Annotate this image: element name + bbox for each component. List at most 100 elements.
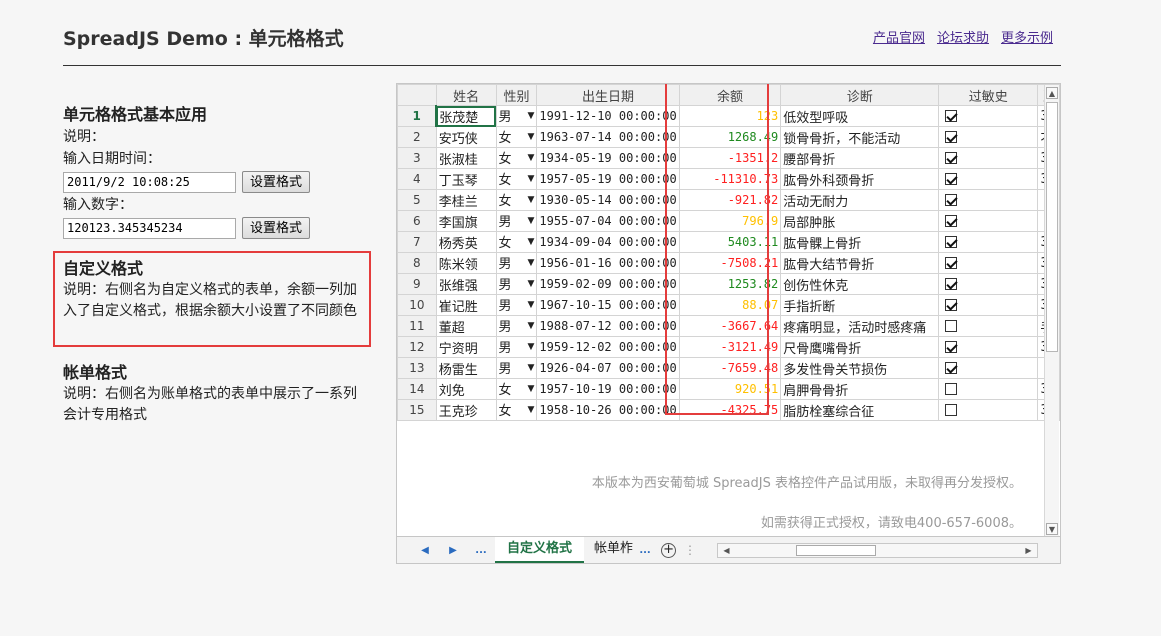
cell-dob[interactable]: 1956-01-16 00:00:00 xyxy=(536,252,680,274)
cell-dob[interactable]: 1926-04-07 00:00:00 xyxy=(536,357,680,379)
cell-allergy[interactable] xyxy=(938,126,1039,148)
cell-diagnosis[interactable]: 多发性骨关节损伤 xyxy=(780,357,940,379)
cell-sex[interactable]: 男 ▼ xyxy=(495,315,538,337)
cell-diagnosis[interactable]: 脂肪栓塞综合征 xyxy=(780,399,940,421)
dropdown-arrow-icon[interactable]: ▼ xyxy=(527,149,534,168)
allergy-checkbox[interactable] xyxy=(945,131,958,143)
cell-allergy[interactable] xyxy=(938,147,1039,169)
allergy-checkbox[interactable] xyxy=(945,404,958,416)
cell-name[interactable]: 安巧侠 xyxy=(435,126,497,148)
dropdown-arrow-icon[interactable]: ▼ xyxy=(527,128,534,147)
cell-allergy[interactable] xyxy=(938,231,1039,253)
cell-dob[interactable]: 1955-07-04 00:00:00 xyxy=(536,210,680,232)
dropdown-arrow-icon[interactable]: ▼ xyxy=(527,233,534,252)
cell-dob[interactable]: 1988-07-12 00:00:00 xyxy=(536,315,680,337)
cell-sex[interactable]: 女 ▼ xyxy=(495,231,538,253)
row-header[interactable]: 2 xyxy=(397,126,437,148)
dropdown-arrow-icon[interactable]: ▼ xyxy=(527,254,534,273)
cell-sex[interactable]: 男 ▼ xyxy=(495,210,538,232)
cell-sex[interactable]: 女 ▼ xyxy=(495,399,538,421)
allergy-checkbox[interactable] xyxy=(945,278,958,290)
cell-diagnosis[interactable]: 疼痛明显，活动时感疼痛 xyxy=(780,315,940,337)
cell-diagnosis[interactable]: 活动无耐力 xyxy=(780,189,940,211)
cell-name[interactable]: 宁资明 xyxy=(435,336,497,358)
forum-help-link[interactable]: 论坛求助 xyxy=(937,27,989,46)
cell-name[interactable]: 王克珍 xyxy=(435,399,497,421)
column-header-dob[interactable]: 出生日期 xyxy=(536,84,680,106)
cell-allergy[interactable] xyxy=(938,168,1039,190)
allergy-checkbox[interactable] xyxy=(945,341,958,353)
row-header[interactable]: 12 xyxy=(397,336,437,358)
cell-dob[interactable]: 1991-12-10 00:00:00 xyxy=(536,105,680,127)
cell-name[interactable]: 杨雷生 xyxy=(435,357,497,379)
product-site-link[interactable]: 产品官网 xyxy=(873,27,925,46)
cell-name[interactable]: 张维强 xyxy=(435,273,497,295)
cell-allergy[interactable] xyxy=(938,252,1039,274)
more-examples-link[interactable]: 更多示例 xyxy=(1001,27,1053,46)
cell-dob[interactable]: 1958-10-26 00:00:00 xyxy=(536,399,680,421)
row-header[interactable]: 9 xyxy=(397,273,437,295)
prev-sheet-icon[interactable]: ◀ xyxy=(411,545,439,556)
tab-splitter-icon[interactable]: ⋮ xyxy=(684,543,696,557)
allergy-checkbox[interactable] xyxy=(945,383,958,395)
cell-allergy[interactable] xyxy=(938,357,1039,379)
horizontal-scroll-thumb[interactable] xyxy=(796,545,876,556)
cell-diagnosis[interactable]: 肩胛骨骨折 xyxy=(780,378,940,400)
dropdown-arrow-icon[interactable]: ▼ xyxy=(527,107,534,126)
cell-dob[interactable]: 1957-05-19 00:00:00 xyxy=(536,168,680,190)
row-header[interactable]: 6 xyxy=(397,210,437,232)
spreadsheet[interactable]: 姓名 性别 出生日期 余额 诊断 过敏史 当 1张茂楚男▼1991-12-10 … xyxy=(396,83,1061,564)
dropdown-arrow-icon[interactable]: ▼ xyxy=(527,212,534,231)
dropdown-arrow-icon[interactable]: ▼ xyxy=(527,170,534,189)
allergy-checkbox[interactable] xyxy=(945,236,958,248)
cell-allergy[interactable] xyxy=(938,399,1039,421)
tab-bill-format[interactable]: 帐单柞 xyxy=(584,537,637,564)
row-header[interactable]: 3 xyxy=(397,147,437,169)
tab-custom-format[interactable]: 自定义格式 xyxy=(495,536,585,563)
allergy-checkbox[interactable] xyxy=(945,110,958,122)
cell-sex[interactable]: 女 ▼ xyxy=(495,189,538,211)
cell-diagnosis[interactable]: 低效型呼吸 xyxy=(780,105,940,127)
cell-sex[interactable]: 男 ▼ xyxy=(495,336,538,358)
allergy-checkbox[interactable] xyxy=(945,173,958,185)
cell-allergy[interactable] xyxy=(938,210,1039,232)
allergy-checkbox[interactable] xyxy=(945,194,958,206)
cell-allergy[interactable] xyxy=(938,378,1039,400)
row-header[interactable]: 11 xyxy=(397,315,437,337)
cell-name[interactable]: 杨秀英 xyxy=(435,231,497,253)
cell-dob[interactable]: 1963-07-14 00:00:00 xyxy=(536,126,680,148)
cell-sex[interactable]: 女 ▼ xyxy=(495,168,538,190)
cell-dob[interactable]: 1934-09-04 00:00:00 xyxy=(536,231,680,253)
scroll-right-icon[interactable]: ▶ xyxy=(1022,544,1035,557)
vertical-scrollbar[interactable]: ▲ ▼ xyxy=(1044,85,1059,537)
next-sheet-icon[interactable]: ▶ xyxy=(439,545,467,556)
dropdown-arrow-icon[interactable]: ▼ xyxy=(527,275,534,294)
cell-allergy[interactable] xyxy=(938,189,1039,211)
row-header[interactable]: 5 xyxy=(397,189,437,211)
cell-diagnosis[interactable]: 腰部骨折 xyxy=(780,147,940,169)
cell-name[interactable]: 刘免 xyxy=(435,378,497,400)
row-header[interactable]: 4 xyxy=(397,168,437,190)
more-sheets-after-icon[interactable]: ... xyxy=(637,545,653,556)
column-header-sex[interactable]: 性别 xyxy=(495,84,538,106)
cell-dob[interactable]: 1967-10-15 00:00:00 xyxy=(536,294,680,316)
cell-name[interactable]: 张茂楚 xyxy=(435,105,497,127)
allergy-checkbox[interactable] xyxy=(945,299,958,311)
allergy-checkbox[interactable] xyxy=(945,215,958,227)
cell-diagnosis[interactable]: 尺骨鹰嘴骨折 xyxy=(780,336,940,358)
cell-sex[interactable]: 男 ▼ xyxy=(495,252,538,274)
dropdown-arrow-icon[interactable]: ▼ xyxy=(527,296,534,315)
cell-allergy[interactable] xyxy=(938,105,1039,127)
allergy-checkbox[interactable] xyxy=(945,152,958,164)
cell-sex[interactable]: 男 ▼ xyxy=(495,294,538,316)
cell-name[interactable]: 董超 xyxy=(435,315,497,337)
row-header[interactable]: 1 xyxy=(397,105,438,127)
dropdown-arrow-icon[interactable]: ▼ xyxy=(527,191,534,210)
cell-dob[interactable]: 1957-10-19 00:00:00 xyxy=(536,378,680,400)
cell-sex[interactable]: 男 ▼ xyxy=(495,105,538,127)
column-header-diagnosis[interactable]: 诊断 xyxy=(780,84,940,106)
number-input[interactable] xyxy=(63,217,236,239)
cell-diagnosis[interactable]: 局部肿胀 xyxy=(780,210,940,232)
cell-allergy[interactable] xyxy=(938,336,1039,358)
add-sheet-icon[interactable]: + xyxy=(661,542,677,558)
